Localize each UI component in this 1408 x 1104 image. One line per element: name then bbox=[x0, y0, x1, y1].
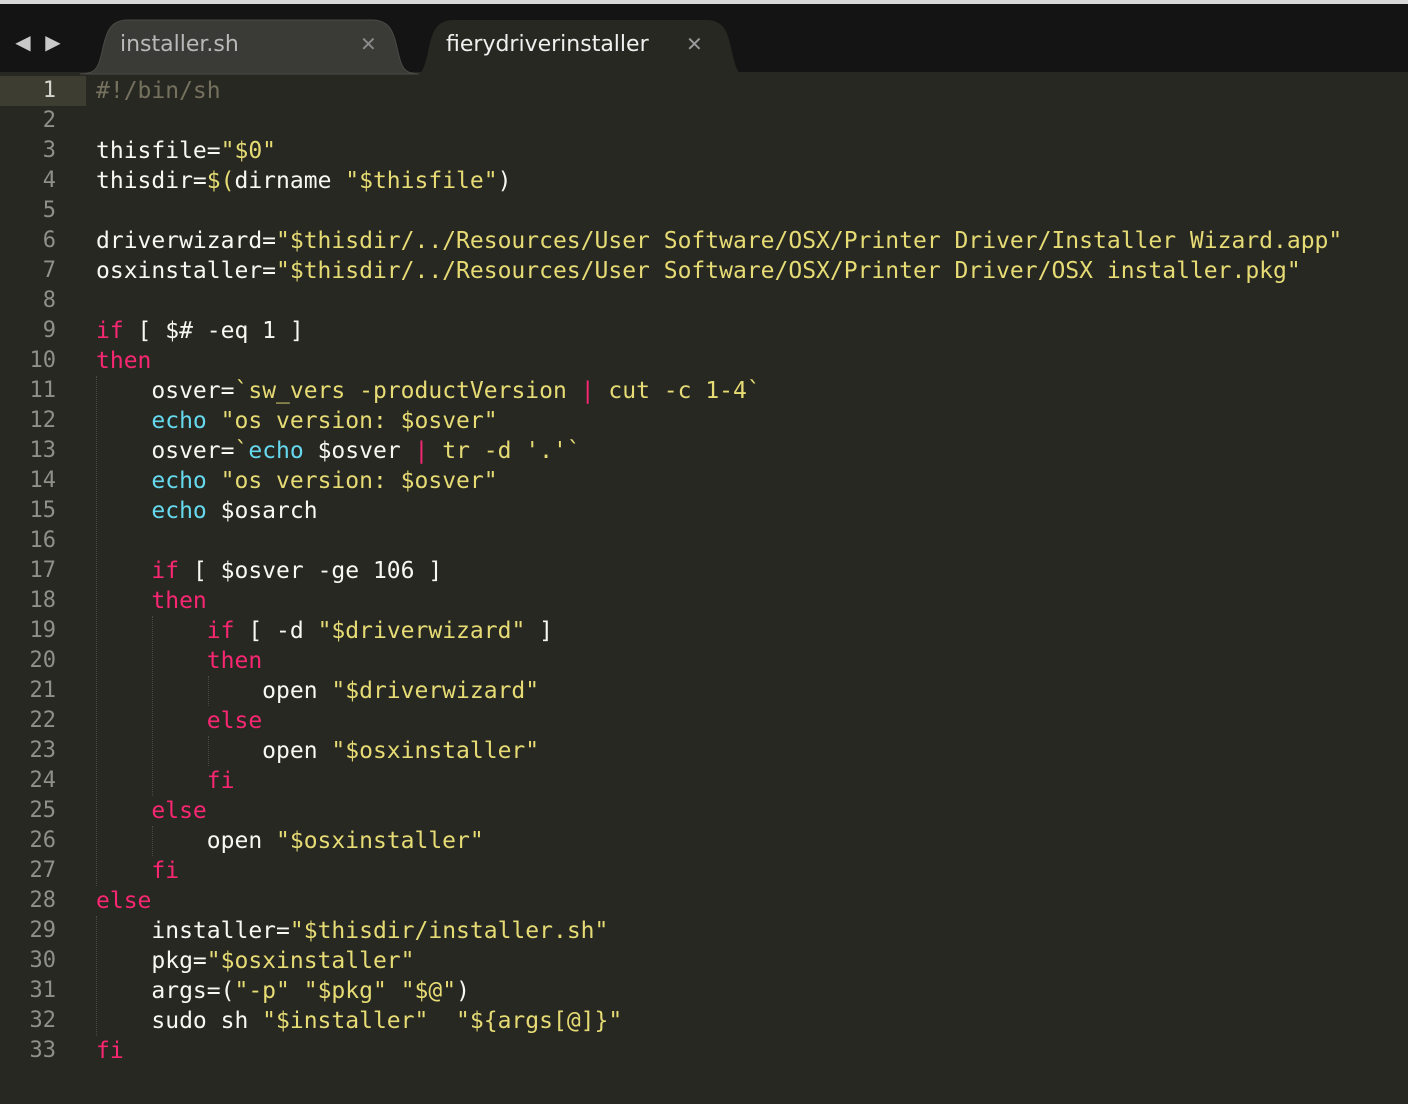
tab-installer-sh[interactable]: installer.sh ✕ bbox=[80, 16, 420, 76]
code-line: open "$osxinstaller" bbox=[96, 828, 484, 854]
line-number: 6 bbox=[42, 228, 56, 253]
tab-close-icon[interactable]: ✕ bbox=[360, 32, 377, 56]
code-line: if [ -d "$driverwizard" ] bbox=[206, 618, 553, 644]
indent-guide bbox=[96, 376, 97, 886]
line-number: 28 bbox=[29, 888, 57, 913]
code-line: echo "os version: $osver" bbox=[151, 408, 498, 434]
indent-guide bbox=[152, 616, 153, 796]
line-number: 12 bbox=[29, 408, 57, 433]
code-line: else bbox=[206, 708, 263, 734]
line-number: 5 bbox=[42, 198, 56, 223]
line-number: 23 bbox=[29, 738, 57, 763]
code-line: echo "os version: $osver" bbox=[151, 468, 498, 494]
line-number: 22 bbox=[29, 708, 57, 733]
line-number: 14 bbox=[29, 468, 57, 493]
code-line: driverwizard="$thisdir/../Resources/User… bbox=[96, 228, 1343, 254]
indent-guide bbox=[208, 676, 209, 706]
back-arrow-icon[interactable]: ◀ bbox=[11, 30, 35, 54]
indent-guide bbox=[152, 826, 153, 856]
line-number: 2 bbox=[42, 108, 56, 133]
code-line: else bbox=[151, 798, 207, 824]
line-number: 30 bbox=[29, 948, 57, 973]
line-number: 19 bbox=[29, 618, 57, 643]
line-number: 9 bbox=[42, 318, 56, 343]
line-number: 26 bbox=[29, 828, 57, 853]
line-number: 17 bbox=[29, 558, 57, 583]
line-number-gutter: 1 2 3 4 5 6 7 8 9 10 11 12 13 14 15 16 17 18 19 20 21 22 23 24 2… bbox=[0, 73, 86, 1104]
line-number: 20 bbox=[29, 648, 57, 673]
code-line: open "$osxinstaller" bbox=[96, 738, 540, 764]
line-number: 32 bbox=[29, 1008, 57, 1033]
indent-guide bbox=[208, 736, 209, 766]
code-line: then bbox=[151, 588, 207, 614]
code-line: args=("-p" "$pkg" "$@") bbox=[96, 978, 470, 1004]
line-number: 27 bbox=[29, 858, 57, 883]
code-line: osver=`sw_vers -productVersion | cut -c … bbox=[96, 378, 761, 404]
line-number: 7 bbox=[42, 258, 56, 283]
code-line: if [ $# -eq 1 ] bbox=[96, 318, 304, 344]
line-number: 31 bbox=[29, 978, 57, 1003]
tab-fierydriverinstaller[interactable]: fierydriverinstaller ✕ bbox=[404, 16, 756, 78]
code-editor[interactable]: 1 2 3 4 5 6 7 8 9 10 11 12 13 14 15 16 17 18 19 20 21 22 23 24 2… bbox=[0, 73, 1408, 1104]
code-line: thisfile="$0" bbox=[96, 138, 277, 164]
line-number: 4 bbox=[42, 168, 56, 193]
tab-label: fierydriverinstaller bbox=[446, 32, 649, 57]
code-line: else bbox=[96, 888, 152, 914]
code-line: thisdir=$(dirname "$thisfile") bbox=[96, 168, 512, 194]
code-line: echo $osarch bbox=[151, 498, 318, 524]
code-line: sudo sh "$installer" "${args[@]}" bbox=[96, 1008, 623, 1034]
tab-label: installer.sh bbox=[120, 32, 239, 57]
line-number: 24 bbox=[29, 768, 57, 793]
tab-bar: ◀ ▶ installer.sh ✕ fierydriverinstaller … bbox=[0, 4, 1408, 78]
line-number: 33 bbox=[29, 1038, 57, 1063]
tab-close-icon[interactable]: ✕ bbox=[686, 32, 703, 56]
code-line: if [ $osver -ge 106 ] bbox=[151, 558, 443, 584]
code-line: then bbox=[96, 348, 152, 374]
line-number: 11 bbox=[29, 378, 57, 403]
code-line: fi bbox=[151, 858, 180, 884]
line-number: 21 bbox=[29, 678, 57, 703]
line-number: 1 bbox=[42, 78, 56, 103]
code-line: osver=`echo $osver | tr -d '.'` bbox=[96, 438, 581, 464]
indent-guide bbox=[96, 916, 97, 1036]
line-number: 3 bbox=[42, 138, 56, 163]
code-line: then bbox=[206, 648, 263, 674]
code-line: fi bbox=[96, 1038, 124, 1064]
code-line: installer="$thisdir/installer.sh" bbox=[96, 918, 609, 944]
line-number: 13 bbox=[29, 438, 57, 463]
line-number: 15 bbox=[29, 498, 57, 523]
forward-arrow-icon[interactable]: ▶ bbox=[41, 30, 65, 54]
code-line: open "$driverwizard" bbox=[96, 678, 540, 704]
line-number: 8 bbox=[42, 288, 56, 313]
line-number: 25 bbox=[29, 798, 57, 823]
line-number: 29 bbox=[29, 918, 57, 943]
code-line: pkg="$osxinstaller" bbox=[96, 948, 415, 974]
code-line: fi bbox=[206, 768, 235, 794]
code-line: osxinstaller="$thisdir/../Resources/User… bbox=[96, 258, 1301, 284]
line-number: 16 bbox=[29, 528, 57, 553]
line-number: 10 bbox=[29, 348, 57, 373]
code-line: #!/bin/sh bbox=[96, 78, 221, 104]
line-number: 18 bbox=[29, 588, 57, 613]
